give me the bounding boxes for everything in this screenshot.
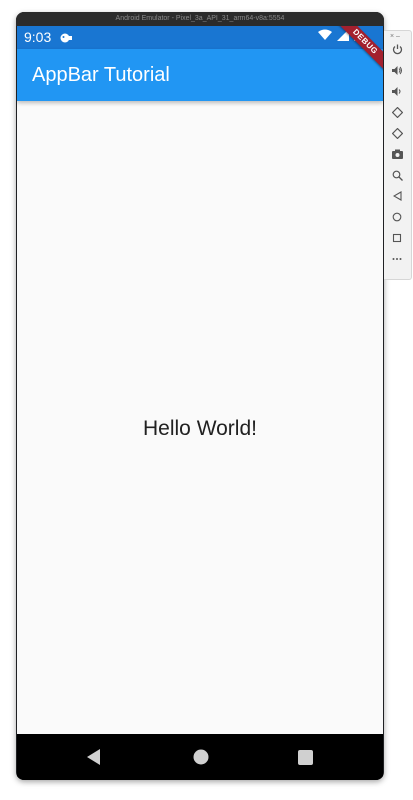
navigation-bar	[17, 734, 383, 780]
zoom-icon[interactable]	[390, 168, 404, 182]
camera-icon[interactable]	[390, 147, 404, 161]
emulator-side-toolbar: × –	[384, 30, 412, 280]
back-icon[interactable]	[390, 189, 404, 203]
overview-icon[interactable]	[390, 231, 404, 245]
app-bar-title: AppBar Tutorial	[32, 64, 170, 86]
app-bar: AppBar Tutorial	[17, 49, 383, 101]
more-icon[interactable]	[390, 252, 404, 266]
notification-icon	[60, 31, 73, 43]
status-time: 9:03	[24, 29, 52, 45]
toolbar-window-controls: × –	[390, 33, 400, 41]
emulator-title-bar: Android Emulator - Pixel_3a_API_31_arm64…	[16, 12, 384, 26]
minimize-icon[interactable]: –	[396, 33, 400, 40]
volume-down-icon[interactable]	[390, 84, 404, 98]
emulator-window: Android Emulator - Pixel_3a_API_31_arm64…	[16, 12, 384, 780]
nav-recents-icon[interactable]	[296, 748, 314, 766]
status-bar: 9:03	[17, 26, 383, 49]
wifi-icon	[318, 28, 332, 46]
hello-world-text: Hello World!	[143, 417, 257, 440]
nav-home-icon[interactable]	[192, 748, 210, 766]
device-screen: 9:03 AppBar Tutorial DEBUG Hello World!	[17, 26, 383, 746]
rotate-right-icon[interactable]	[390, 126, 404, 140]
volume-up-icon[interactable]	[390, 63, 404, 77]
home-icon[interactable]	[390, 210, 404, 224]
rotate-left-icon[interactable]	[390, 105, 404, 119]
power-icon[interactable]	[390, 42, 404, 56]
nav-back-icon[interactable]	[85, 748, 103, 766]
close-icon[interactable]: ×	[390, 33, 394, 40]
